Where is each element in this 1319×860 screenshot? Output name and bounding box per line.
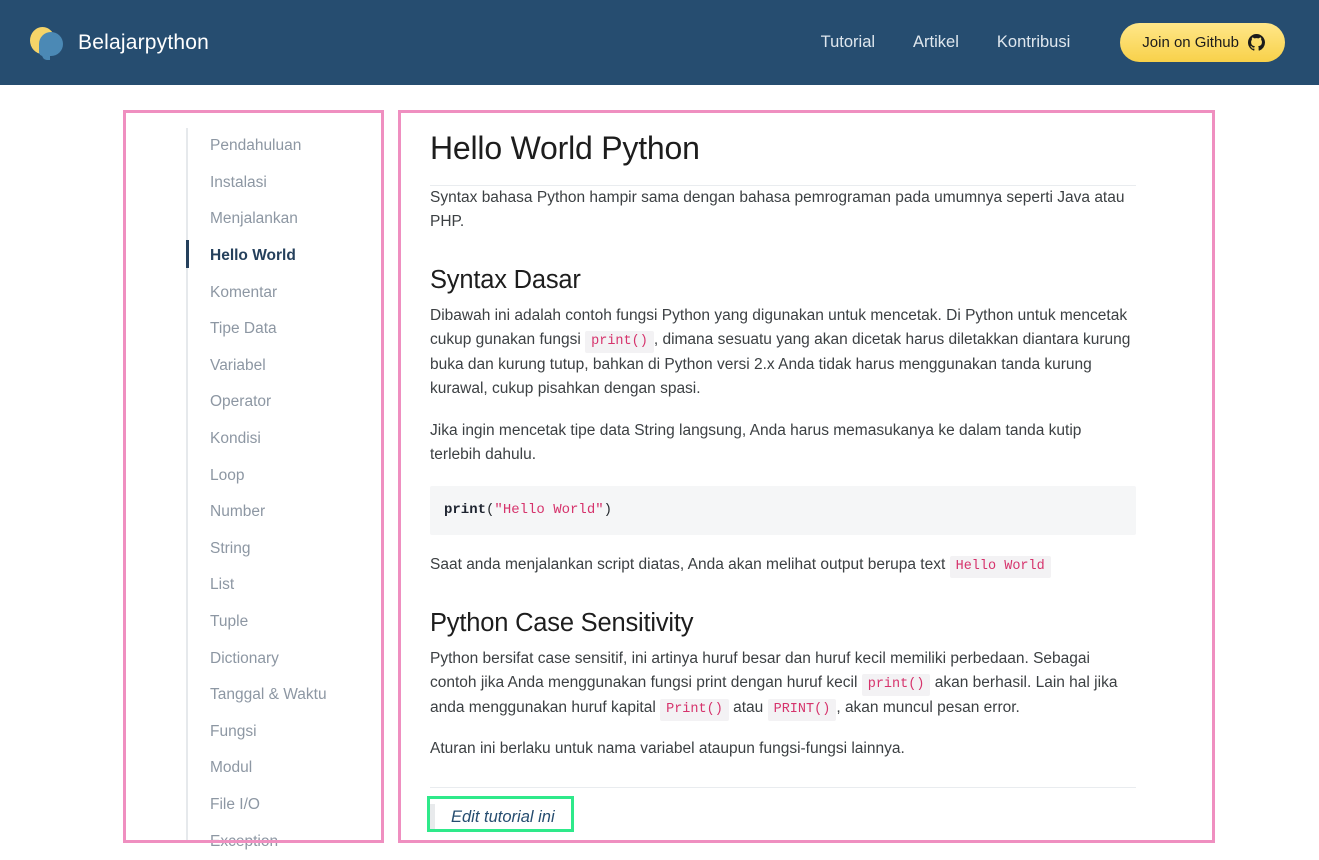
brand-logo-link[interactable]: Belajarpython xyxy=(28,24,209,62)
case-sensitivity-paragraph-1: Python bersifat case sensitif, ini artin… xyxy=(430,647,1136,720)
text-fragment: , akan muncul pesan error. xyxy=(836,699,1020,716)
inline-code-hello-world: Hello World xyxy=(950,556,1051,578)
sidebar-item-hello-world[interactable]: Hello World xyxy=(188,238,384,275)
main-nav: Tutorial Artikel Kontribusi Join on Gith… xyxy=(821,23,1285,62)
section-heading-syntax-dasar: Syntax Dasar xyxy=(430,266,1136,295)
github-button-label: Join on Github xyxy=(1142,34,1239,51)
sidebar-item-fungsi[interactable]: Fungsi xyxy=(188,714,384,751)
join-on-github-button[interactable]: Join on Github xyxy=(1120,23,1285,62)
intro-paragraph: Syntax bahasa Python hampir sama dengan … xyxy=(430,186,1136,235)
sidebar-item-file-io[interactable]: File I/O xyxy=(188,787,384,824)
sidebar-item-loop[interactable]: Loop xyxy=(188,457,384,494)
sidebar-item-komentar[interactable]: Komentar xyxy=(188,274,384,311)
code-token-string: "Hello World" xyxy=(494,502,603,518)
inline-code-print: print() xyxy=(585,331,654,353)
sidebar-item-kondisi[interactable]: Kondisi xyxy=(188,421,384,458)
sidebar-item-list[interactable]: List xyxy=(188,567,384,604)
page-title: Hello World Python xyxy=(430,122,1136,186)
tutorial-content: Hello World Python Syntax bahasa Python … xyxy=(430,122,1136,831)
syntax-dasar-paragraph-2: Jika ingin mencetak tipe data String lan… xyxy=(430,419,1136,468)
tutorial-sidebar-nav: Pendahuluan Instalasi Menjalankan Hello … xyxy=(186,128,384,840)
sidebar-item-menjalankan[interactable]: Menjalankan xyxy=(188,201,384,238)
sidebar-item-variabel[interactable]: Variabel xyxy=(188,348,384,385)
sidebar-item-exception[interactable]: Exception xyxy=(188,823,384,860)
nav-item-artikel[interactable]: Artikel xyxy=(913,33,959,52)
sidebar-item-tipe-data[interactable]: Tipe Data xyxy=(188,311,384,348)
inline-code-print-capital: Print() xyxy=(660,699,729,721)
sidebar-item-dictionary[interactable]: Dictionary xyxy=(188,640,384,677)
site-header: Belajarpython Tutorial Artikel Kontribus… xyxy=(0,0,1319,85)
content-footer-divider xyxy=(430,787,1136,788)
sidebar-item-instalasi[interactable]: Instalasi xyxy=(188,165,384,202)
nav-item-kontribusi[interactable]: Kontribusi xyxy=(997,33,1070,52)
text-fragment: Saat anda menjalankan script diatas, And… xyxy=(430,556,945,573)
speech-bubble-logo-icon xyxy=(28,24,68,62)
inline-code-print-upper: PRINT() xyxy=(768,699,837,721)
syntax-dasar-paragraph-3: Saat anda menjalankan script diatas, And… xyxy=(430,553,1136,577)
nav-item-tutorial[interactable]: Tutorial xyxy=(821,33,875,52)
code-token-close-paren: ) xyxy=(604,502,612,518)
sidebar-item-string[interactable]: String xyxy=(188,531,384,568)
case-sensitivity-paragraph-2: Aturan ini berlaku untuk nama variabel a… xyxy=(430,737,1136,761)
sidebar-item-tanggal-waktu[interactable]: Tanggal & Waktu xyxy=(188,677,384,714)
sidebar-item-number[interactable]: Number xyxy=(188,494,384,531)
code-token-function: print xyxy=(444,502,486,518)
sidebar-item-pendahuluan[interactable]: Pendahuluan xyxy=(188,128,384,165)
github-icon xyxy=(1248,34,1265,51)
sidebar-item-operator[interactable]: Operator xyxy=(188,384,384,421)
edit-tutorial-link[interactable]: Edit tutorial ini xyxy=(430,804,555,831)
brand-name: Belajarpython xyxy=(78,31,209,55)
inline-code-print-lower: print() xyxy=(862,674,931,696)
sidebar-item-modul[interactable]: Modul xyxy=(188,750,384,787)
sidebar-item-tuple[interactable]: Tuple xyxy=(188,604,384,641)
text-fragment: atau xyxy=(733,699,763,716)
syntax-dasar-paragraph-1: Dibawah ini adalah contoh fungsi Python … xyxy=(430,304,1136,402)
section-heading-case-sensitivity: Python Case Sensitivity xyxy=(430,609,1136,638)
code-block-hello-world: print("Hello World") xyxy=(430,486,1136,535)
